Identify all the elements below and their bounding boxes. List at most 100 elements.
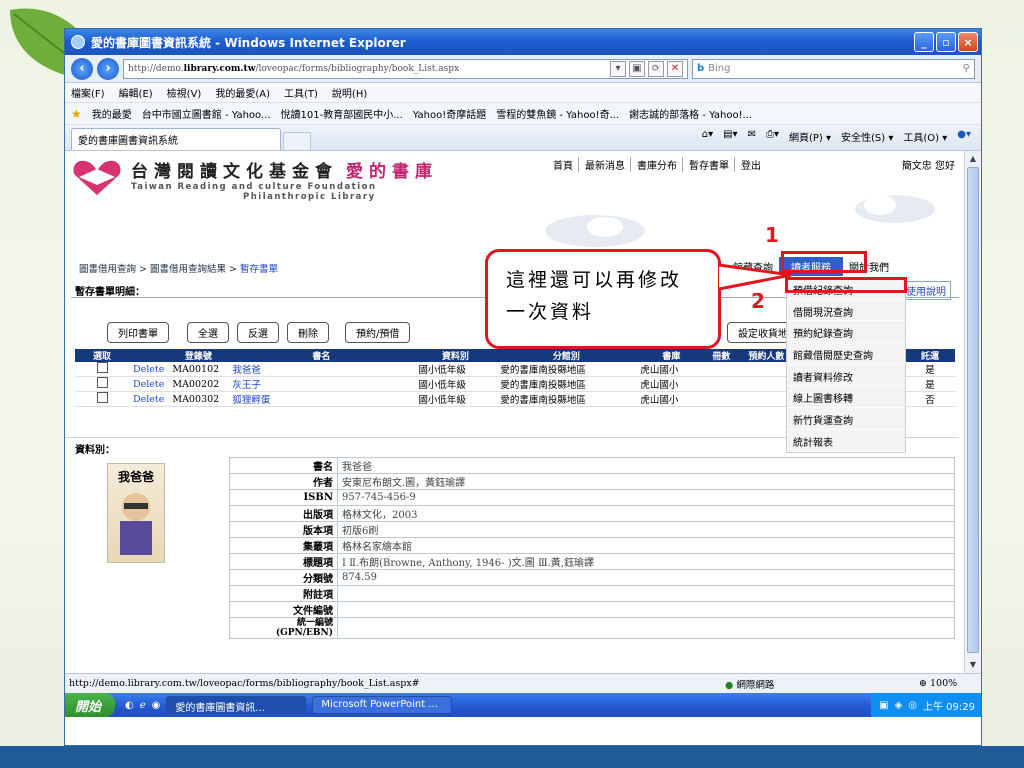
- invert-selection-button[interactable]: 反選: [237, 322, 279, 343]
- row-title-link[interactable]: 我爸爸: [228, 362, 415, 377]
- scroll-thumb[interactable]: [967, 167, 979, 653]
- nav-distribution[interactable]: 書庫分布: [635, 157, 683, 172]
- nav-news[interactable]: 最新消息: [583, 157, 631, 172]
- menu-edit[interactable]: 編輯(E): [119, 85, 153, 100]
- help-button[interactable]: 使用說明: [901, 281, 951, 300]
- minimize-button[interactable]: _: [914, 32, 934, 52]
- nav-temp-list[interactable]: 暫存書單: [687, 157, 735, 172]
- scroll-down-arrow-icon[interactable]: ▼: [966, 658, 980, 672]
- site-logo[interactable]: 台灣閱讀文化基金會 愛的書庫 Taiwan Reading and culture…: [71, 157, 438, 202]
- row-checkbox[interactable]: [96, 362, 108, 373]
- url-path: /loveopac/forms/bibliography/book_List.a…: [255, 63, 460, 74]
- row-type: 國小低年級: [414, 362, 497, 377]
- compat-view-icon[interactable]: ▣: [629, 60, 645, 77]
- menu-item-edit-profile[interactable]: 讀者資料修改: [787, 365, 905, 387]
- menu-view[interactable]: 檢視(V): [167, 85, 202, 100]
- cmd-page[interactable]: 網頁(P) ▾: [789, 129, 831, 144]
- select-all-button[interactable]: 全選: [187, 322, 229, 343]
- print-icon[interactable]: ⎙▾: [766, 129, 779, 144]
- menu-item-shipping[interactable]: 新竹貨運查詢: [787, 408, 905, 430]
- favorite-link-1[interactable]: 台中市國立圖書館 - Yahoo...: [142, 106, 271, 121]
- task-powerpoint[interactable]: Microsoft PowerPoint ...: [312, 696, 453, 714]
- zoom-level[interactable]: ⊕ 100%: [919, 678, 957, 689]
- tray-icon[interactable]: ▣: [879, 700, 888, 711]
- help-icon[interactable]: ●▾: [957, 129, 971, 144]
- start-button[interactable]: 開始: [65, 693, 116, 717]
- home-icon[interactable]: ⌂▾: [702, 129, 713, 144]
- search-box[interactable]: b Bing ⚲: [692, 58, 975, 79]
- row-delete-link[interactable]: Delete: [129, 391, 169, 407]
- tab-current[interactable]: 愛的書庫圖書資訊系統: [71, 128, 281, 150]
- row-title-link[interactable]: 灰王子: [228, 376, 415, 392]
- row-checkbox[interactable]: [96, 377, 108, 388]
- cmd-safety[interactable]: 安全性(S) ▾: [841, 129, 893, 144]
- row-id: MA00102: [168, 362, 229, 377]
- volume-icon[interactable]: ◈: [895, 700, 903, 711]
- favorite-link-2[interactable]: 悅讀101-教育部國民中小...: [281, 106, 403, 121]
- menu-favorites[interactable]: 我的最愛(A): [215, 85, 270, 100]
- refresh-icon[interactable]: ⟳: [648, 60, 664, 77]
- detail-key: 文件編號: [229, 600, 338, 618]
- row-delete-link[interactable]: Delete: [129, 362, 169, 377]
- print-list-button[interactable]: 列印書單: [107, 322, 169, 343]
- forward-button[interactable]: ›: [97, 57, 119, 80]
- delete-button[interactable]: 刪除: [287, 322, 329, 343]
- logo-library-name: 愛的書庫: [346, 162, 438, 182]
- back-button[interactable]: ‹: [71, 57, 93, 80]
- favorite-link-3[interactable]: Yahoo!奇摩話題: [413, 106, 486, 121]
- favorites-label[interactable]: 我的最愛: [92, 106, 132, 121]
- bird-decoration: [545, 215, 645, 247]
- dropdown-arrow-icon[interactable]: ▾: [610, 60, 626, 77]
- detail-value: 安東尼布朗文.圖，黃鈺瑜譯: [337, 473, 955, 490]
- heart-logo-icon: [73, 160, 121, 195]
- menu-help[interactable]: 說明(H): [332, 85, 367, 100]
- vertical-scrollbar[interactable]: ▲ ▼: [964, 151, 981, 673]
- desktop-icon[interactable]: ◐: [125, 700, 134, 711]
- row-library: 虎山國小: [636, 391, 707, 407]
- breadcrumb-path[interactable]: 圖書借用查詢 > 圖書借用查詢結果 >: [79, 264, 240, 275]
- menu-tools[interactable]: 工具(T): [284, 85, 318, 100]
- media-icon[interactable]: ◉: [152, 700, 161, 711]
- nav-logout[interactable]: 登出: [739, 157, 766, 172]
- feeds-icon[interactable]: ▤▾: [723, 129, 737, 144]
- task-ie[interactable]: 愛的書庫圖書資訊...: [166, 696, 307, 714]
- favorite-link-5[interactable]: 謝志誠的部落格 - Yahoo!...: [629, 106, 752, 121]
- detail-value: 格林名家繪本館: [337, 536, 955, 554]
- detail-key: 集叢項: [229, 536, 338, 554]
- new-tab-button[interactable]: [283, 132, 311, 150]
- windows-taskbar: 開始 ◐ ℯ ◉ 愛的書庫圖書資訊... Microsoft PowerPoin…: [65, 693, 981, 717]
- status-url: http://demo.library.com.tw/loveopac/form…: [69, 678, 420, 689]
- cmd-tools[interactable]: 工具(O) ▾: [903, 129, 947, 144]
- close-button[interactable]: ×: [958, 32, 978, 52]
- ie-quicklaunch-icon[interactable]: ℯ: [140, 700, 146, 711]
- maximize-button[interactable]: ▫: [936, 32, 956, 52]
- stop-icon[interactable]: ✕: [667, 60, 683, 77]
- mail-icon[interactable]: ✉: [748, 129, 756, 144]
- menu-item-statistics[interactable]: 統計報表: [787, 430, 905, 452]
- logo-foundation-name: 台灣閱讀文化基金會: [131, 162, 338, 182]
- status-bar: http://demo.library.com.tw/loveopac/form…: [65, 673, 981, 693]
- scroll-up-arrow-icon[interactable]: ▲: [966, 152, 980, 166]
- breadcrumb-current: 暫存書單: [240, 264, 279, 275]
- row-delete-link[interactable]: Delete: [129, 376, 169, 392]
- menu-file[interactable]: 檔案(F): [71, 85, 105, 100]
- search-icon[interactable]: ⚲: [963, 63, 970, 74]
- menu-item-current-loans[interactable]: 借閱現況查詢: [787, 300, 905, 322]
- col-branch: 分館別: [496, 349, 637, 362]
- clock: 上午 09:29: [923, 701, 975, 713]
- navigation-bar: ‹ › http://demo. library.com.tw/loveopac/…: [65, 55, 981, 83]
- reserve-button[interactable]: 預約/預借: [345, 322, 411, 343]
- menu-item-borrow-history[interactable]: 館藏借閱歷史查詢: [787, 343, 905, 365]
- url-host: http://demo.: [128, 63, 184, 74]
- nav-home[interactable]: 首頁: [551, 157, 579, 172]
- row-checkbox[interactable]: [96, 392, 108, 403]
- row-title-link[interactable]: 狐狸孵蛋: [228, 391, 415, 407]
- address-bar[interactable]: http://demo. library.com.tw/loveopac/form…: [123, 58, 688, 79]
- detail-label: 資料別：: [75, 445, 115, 456]
- menu-item-transfer[interactable]: 線上圖書移轉: [787, 386, 905, 409]
- menu-item-reservation-record[interactable]: 預約紀錄查詢: [787, 321, 905, 344]
- reader-services-menu: 預借紀錄查詢 借閱現況查詢 預約紀錄查詢 館藏借閱歷史查詢 讀者資料修改 線上圖…: [786, 277, 906, 453]
- favorites-star-icon[interactable]: ★: [71, 107, 82, 121]
- favorite-link-4[interactable]: 雪程的雙魚鏡 - Yahoo!奇...: [496, 106, 619, 121]
- network-icon[interactable]: ◎: [908, 700, 917, 711]
